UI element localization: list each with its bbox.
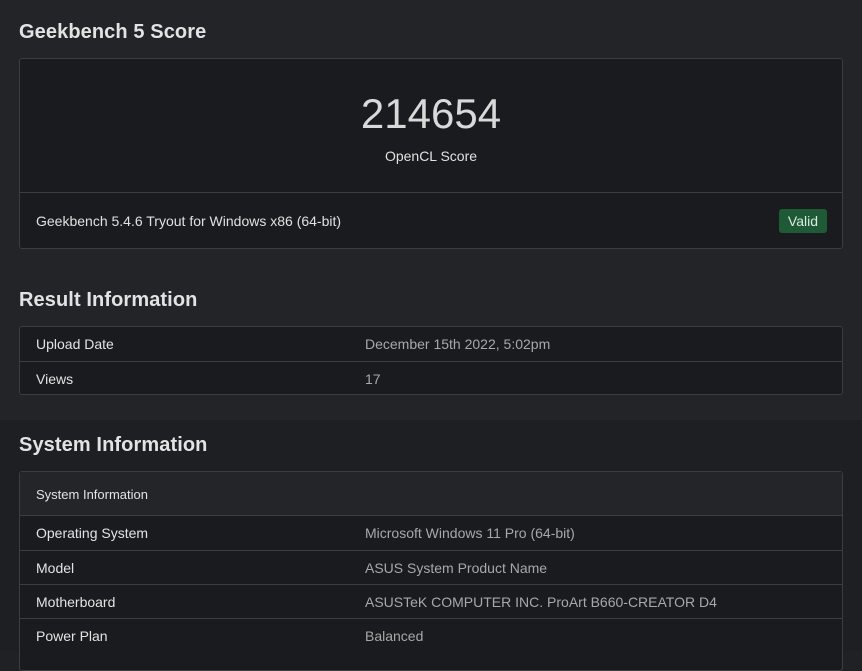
geekbench-version: Geekbench 5.4.6 Tryout for Windows x86 (… (36, 213, 342, 229)
table-row-power-plan: Power Plan Balanced (20, 618, 842, 652)
score-panel: 214654 OpenCL Score Geekbench 5.4.6 Tryo… (19, 58, 843, 249)
system-information-table: System Information Operating System Micr… (19, 471, 843, 671)
row-key: Upload Date (36, 336, 114, 352)
row-value: 17 (365, 371, 381, 387)
score-display: 214654 OpenCL Score (20, 59, 842, 193)
score-heading: Geekbench 5 Score (19, 21, 207, 43)
row-key: Model (36, 560, 75, 576)
system-information-panel-title-bar: System Information (20, 472, 842, 516)
table-row-model: Model ASUS System Product Name (20, 550, 842, 584)
row-value: December 15th 2022, 5:02pm (365, 336, 551, 352)
opencl-score-label: OpenCL Score (384, 148, 478, 164)
row-key: Power Plan (36, 628, 108, 644)
system-information-section: System Information System Information Op… (0, 420, 862, 671)
version-row: Geekbench 5.4.6 Tryout for Windows x86 (… (20, 193, 842, 249)
table-row-motherboard: Motherboard ASUSTeK COMPUTER INC. ProArt… (20, 584, 842, 618)
row-value: ASUSTeK COMPUTER INC. ProArt B660-CREATO… (365, 594, 717, 610)
opencl-score-value: 214654 (360, 90, 502, 137)
table-row-views: Views 17 (20, 361, 842, 395)
row-value: Balanced (365, 628, 424, 644)
score-and-result-section: Geekbench 5 Score 214654 OpenCL Score Ge… (0, 0, 862, 420)
result-information-heading: Result Information (19, 289, 198, 311)
row-key: Operating System (36, 525, 149, 541)
row-key: Motherboard (36, 594, 116, 610)
table-row-operating-system: Operating System Microsoft Windows 11 Pr… (20, 516, 842, 550)
panel-title: System Information (36, 487, 148, 502)
row-value: Microsoft Windows 11 Pro (64-bit) (365, 525, 575, 541)
system-information-heading: System Information (19, 434, 208, 456)
row-key: Views (36, 371, 74, 387)
result-information-table: Upload Date December 15th 2022, 5:02pm V… (19, 326, 843, 395)
row-value: ASUS System Product Name (365, 560, 548, 576)
valid-badge: Valid (778, 209, 827, 233)
table-row-upload-date: Upload Date December 15th 2022, 5:02pm (20, 327, 842, 361)
